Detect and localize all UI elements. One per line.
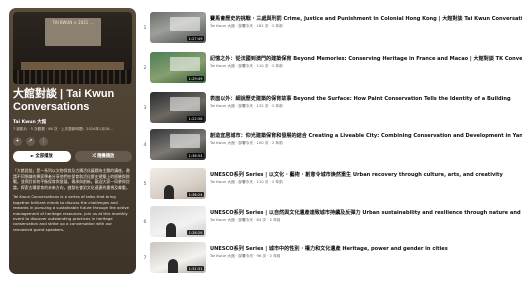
playlist-description-en: Tai Kwun Conversations is a series of ta… xyxy=(13,194,129,232)
thumbnail-screen: TAI KWUN × 2021 ... xyxy=(45,18,101,46)
video-index: 7 xyxy=(143,256,147,261)
video-thumbnail[interactable]: 1:31:31 xyxy=(150,242,206,273)
video-thumbnail[interactable]: 1:28:28 xyxy=(150,206,206,237)
thumbnail-audience xyxy=(13,70,132,84)
speaker-figure xyxy=(168,259,178,273)
video-index: 4 xyxy=(143,143,147,148)
duration-badge: 1:27:49 xyxy=(187,36,204,41)
video-meta: Tai Kwun 大館 · 部署今天 · 96 次 · 2 年前 xyxy=(210,254,281,258)
list-item[interactable]: 7 1:31:31 UNESCO系列 Series | 城市中的性別 · 權力和… xyxy=(142,242,524,276)
video-meta: Tai Kwun 大館 · 部署今天 · 110 次 · 2 年前 xyxy=(210,64,283,68)
playlist-header-panel: TAI KWUN × 2021 ... 大館對談 | Tai Kwun Conv… xyxy=(9,8,136,274)
video-meta: Tai Kwun 大館 · 部署今天 · 100 次 · 2 年前 xyxy=(210,141,283,145)
duration-badge: 1:28:28 xyxy=(187,230,204,235)
duration-badge: 1:31:31 xyxy=(187,266,204,271)
playlist-meta: 7 部影片 · 5 次觀看 · 86 次 · 上次更新時間：2024年1月18.… xyxy=(13,127,113,131)
video-index: 3 xyxy=(143,106,147,111)
thumbnail-slide xyxy=(170,57,200,71)
playlist-thumbnail[interactable]: TAI KWUN × 2021 ... xyxy=(13,12,132,84)
video-index: 6 xyxy=(143,220,147,225)
video-meta: Tai Kwun 大館 · 部署今天 · 110 次 · 2 年前 xyxy=(210,180,283,184)
video-thumbnail[interactable]: 1:29:49 xyxy=(150,52,206,83)
list-item[interactable]: 6 1:28:28 UNESCO系列 Series | 以自然與文化遺產達致城市… xyxy=(142,206,524,240)
speaker-figure xyxy=(164,185,174,199)
video-title[interactable]: UNESCO系列 Series | 以自然與文化遺產達致城市持續及反彈力 Urb… xyxy=(210,209,522,216)
share-icon[interactable]: ↗ xyxy=(26,137,35,146)
thumbnail-slide xyxy=(170,134,200,148)
video-thumbnail[interactable]: 1:27:49 xyxy=(150,12,206,43)
thumbnail-stage xyxy=(21,62,124,70)
more-icon[interactable]: ⋮ xyxy=(39,137,48,146)
video-meta: Tai Kwun 大館 · 部署今天 · 84 次 · 2 年前 xyxy=(210,218,281,222)
video-index: 2 xyxy=(143,66,147,71)
playlist-buttons: ► 全部播放 ⤮ 隨機播放 xyxy=(13,151,132,162)
video-index: 1 xyxy=(143,26,147,31)
playlist-actions: + ↗ ⋮ xyxy=(13,137,132,146)
duration-badge: 1:36:54 xyxy=(187,153,204,158)
thumbnail-caption: TAI KWUN × 2021 ... xyxy=(52,20,94,25)
video-thumbnail[interactable]: 1:36:54 xyxy=(150,129,206,160)
video-thumbnail[interactable]: 1:36:24 xyxy=(150,168,206,199)
video-title[interactable]: UNESCO系列 Series | 城市中的性別 · 權力和文化遺產 Herit… xyxy=(210,245,522,252)
duration-badge: 1:29:49 xyxy=(187,76,204,81)
video-title[interactable]: 表面以外：細說歷史建築的保育故事 Beyond the Surface: How… xyxy=(210,95,522,102)
video-index: 5 xyxy=(143,182,147,187)
list-item[interactable]: 3 1:22:58 表面以外：細說歷史建築的保育故事 Beyond the Su… xyxy=(142,92,524,126)
list-item[interactable]: 1 1:27:49 賽馬會歷史的挑戰 · 三處與刑罰 Crime, Justic… xyxy=(142,12,524,46)
add-icon[interactable]: + xyxy=(13,137,22,146)
play-all-button[interactable]: ► 全部播放 xyxy=(13,151,71,162)
speaker-figure xyxy=(166,223,176,237)
duration-badge: 1:36:24 xyxy=(187,192,204,197)
video-title[interactable]: 記憶之外：從法國到澳門的建築保育 Beyond Memories: Conser… xyxy=(210,55,522,62)
playlist-description-zh: 「大館對談」是一系列以文物保育及古蹟活化議題為主題的講座，邀請不同領域的專家學者… xyxy=(13,168,130,190)
duration-badge: 1:22:58 xyxy=(187,116,204,121)
channel-name[interactable]: Tai Kwun 大館 xyxy=(13,119,132,125)
thumbnail-slide xyxy=(170,17,200,31)
video-title[interactable]: UNESCO系列 Series | 以文化 · 藝術 · 創意令城市煥然重生 U… xyxy=(210,171,522,178)
list-item[interactable]: 5 1:36:24 UNESCO系列 Series | 以文化 · 藝術 · 創… xyxy=(142,168,524,202)
list-item[interactable]: 4 1:36:54 創造宜居城市：仰光建築保育和發展的結合 Creating a… xyxy=(142,129,524,163)
video-meta: Tai Kwun 大館 · 部署今天 · 132 次 · 2 年前 xyxy=(210,104,283,108)
playlist-title: 大館對談 | Tai Kwun Conversations xyxy=(13,88,115,113)
list-item[interactable]: 2 1:29:49 記憶之外：從法國到澳門的建築保育 Beyond Memori… xyxy=(142,52,524,86)
shuffle-button[interactable]: ⤮ 隨機播放 xyxy=(74,151,132,162)
thumbnail-slide xyxy=(170,97,200,111)
video-title[interactable]: 賽馬會歷史的挑戰 · 三處與刑罰 Crime, Justice and Puni… xyxy=(210,15,522,22)
video-thumbnail[interactable]: 1:22:58 xyxy=(150,92,206,123)
video-meta: Tai Kwun 大館 · 部署今天 · 182 次 · 2 年前 xyxy=(210,24,283,28)
video-title[interactable]: 創造宜居城市：仰光建築保育和發展的結合 Creating a Liveable … xyxy=(210,132,522,139)
